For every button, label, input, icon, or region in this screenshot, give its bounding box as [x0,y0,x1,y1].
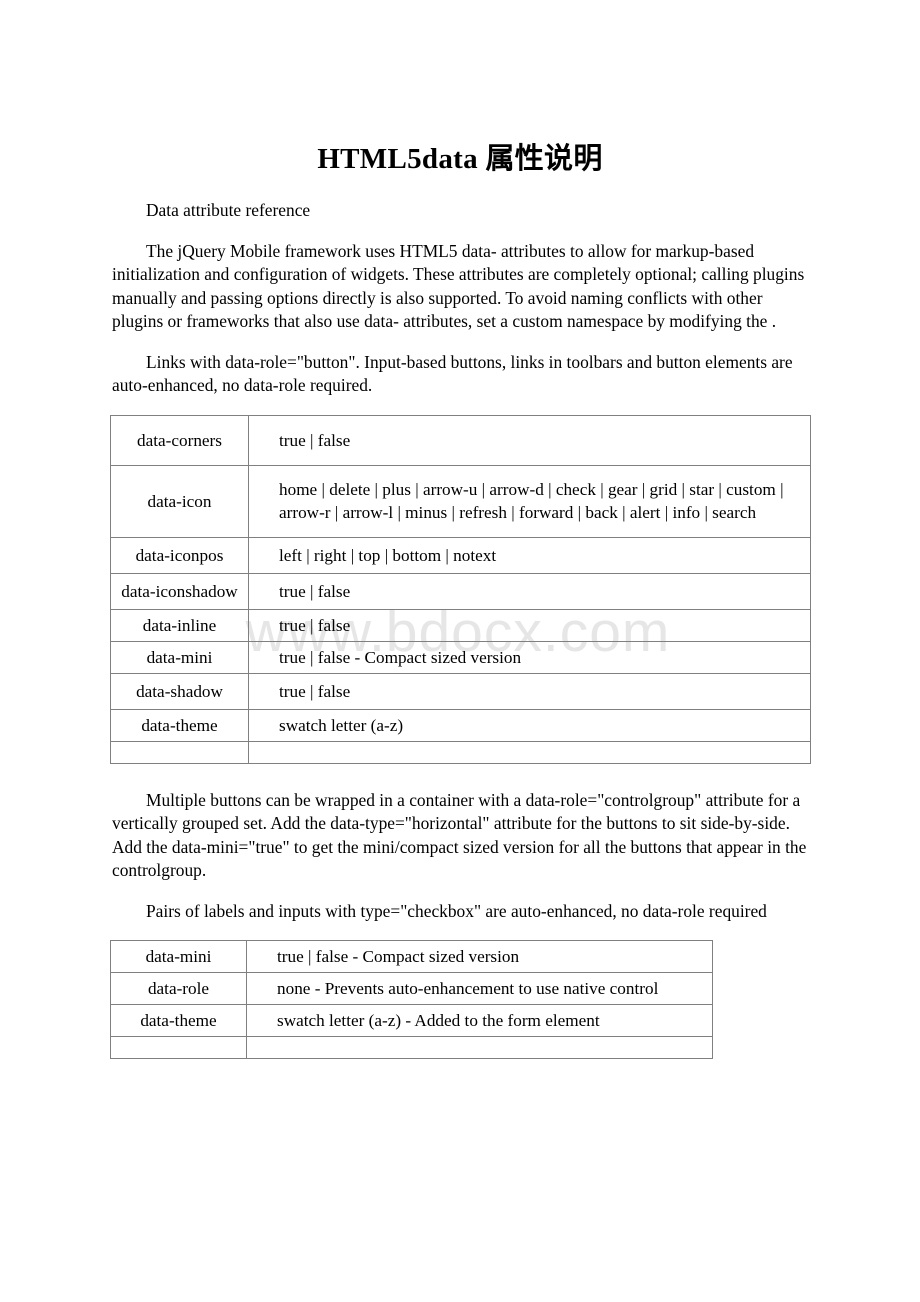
checkbox-table-wrapper: data-mini true | false - Compact sized v… [0,940,920,1059]
attribute-name-cell: data-theme [110,708,249,742]
attribute-value-cell: true | false [248,572,811,610]
button-data-attributes-table: data-corners true | false data-icon home… [110,414,811,764]
table-row: data-theme swatch letter (a-z) - Added t… [110,1004,713,1037]
attribute-value-cell: true | false [248,414,811,466]
table-row: data-shadow true | false [110,672,811,710]
attribute-name-cell: data-role [110,972,247,1005]
attribute-value-cell: home | delete | plus | arrow-u | arrow-d… [248,464,811,538]
attribute-value-cell: left | right | top | bottom | notext [248,536,811,574]
attribute-name-cell [110,1036,247,1059]
checkbox-paragraph: Pairs of labels and inputs with type="ch… [146,900,767,921]
attribute-name-cell: data-mini [110,940,247,973]
document-content: HTML5data 属性说明 Data attribute reference … [0,0,920,1059]
attribute-value-cell [248,740,811,764]
table-row: data-iconshadow true | false [110,572,811,610]
table-row: data-icon home | delete | plus | arrow-u… [110,464,811,538]
table-row: data-mini true | false - Compact sized v… [110,940,713,973]
attribute-name-cell: data-inline [110,608,249,642]
attribute-value-cell: true | false [248,608,811,642]
document-page: www.bdocx.com HTML5data 属性说明 Data attrib… [0,0,920,1302]
table-row: data-iconpos left | right | top | bottom… [110,536,811,574]
table-row: data-inline true | false [110,608,811,642]
attribute-name-cell: data-theme [110,1004,247,1037]
attribute-value-cell: true | false [248,672,811,710]
table-row: data-role none - Prevents auto-enhanceme… [110,972,713,1005]
table-row: data-corners true | false [110,414,811,466]
buttons-paragraph: Links with data-role="button". Input-bas… [112,351,793,396]
attribute-value-cell [246,1036,713,1059]
button-table-wrapper: data-corners true | false data-icon home… [0,414,920,764]
attribute-name-cell: data-iconpos [110,536,249,574]
attribute-value-cell: none - Prevents auto-enhancement to use … [246,972,713,1005]
checkbox-data-attributes-table: data-mini true | false - Compact sized v… [110,940,713,1059]
attribute-name-cell: data-icon [110,464,249,538]
table-row: data-mini true | false - Compact sized v… [110,640,811,674]
section-heading-reference: Data attribute reference [146,200,311,220]
attribute-name-cell: data-iconshadow [110,572,249,610]
table-row-empty [110,1036,713,1059]
attribute-name-cell: data-mini [110,640,249,674]
attribute-name-cell: data-corners [110,414,249,466]
controlgroup-paragraph: Multiple buttons can be wrapped in a con… [112,789,807,881]
attribute-value-cell: true | false - Compact sized version [248,640,811,674]
table-row-empty [110,740,811,764]
attribute-value-cell: swatch letter (a-z) [248,708,811,742]
attribute-value-cell: swatch letter (a-z) - Added to the form … [246,1004,713,1037]
attribute-value-cell: true | false - Compact sized version [246,940,713,973]
table-row: data-theme swatch letter (a-z) [110,708,811,742]
page-title: HTML5data 属性说明 [317,143,603,175]
attribute-name-cell: data-shadow [110,672,249,710]
attribute-name-cell [110,740,249,764]
intro-paragraph: The jQuery Mobile framework uses HTML5 d… [112,240,805,332]
